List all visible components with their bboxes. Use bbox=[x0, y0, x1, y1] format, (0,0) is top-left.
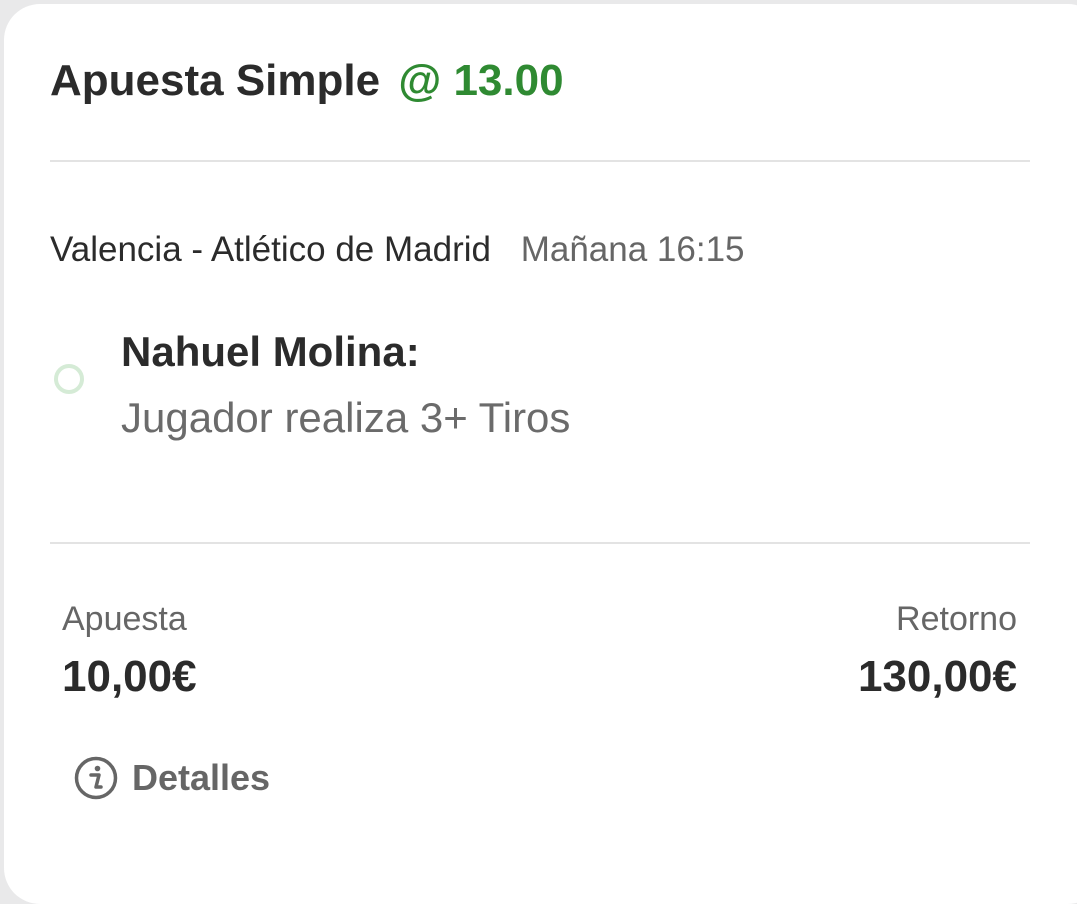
details-label: Detalles bbox=[132, 757, 271, 798]
stake-value: 10,00€ bbox=[62, 652, 197, 701]
return-label: Retorno bbox=[896, 600, 1017, 638]
details-button[interactable]: Detalles bbox=[74, 756, 270, 800]
stake-label: Apuesta bbox=[62, 600, 187, 638]
info-icon bbox=[74, 756, 118, 800]
bet-type-label: Apuesta Simple bbox=[50, 56, 381, 105]
bet-card-content: Apuesta Simple @ 13.00 Valencia - Atléti… bbox=[0, 0, 1077, 862]
selection-player: Nahuel Molina: bbox=[121, 328, 420, 375]
header-divider bbox=[50, 160, 1030, 162]
selection-market: Jugador realiza 3+ Tiros bbox=[121, 394, 571, 441]
bet-title: Apuesta Simple @ 13.00 bbox=[50, 56, 564, 106]
body-divider bbox=[50, 542, 1030, 544]
selection-status-icon bbox=[54, 364, 84, 394]
event-row: Valencia - Atlético de Madrid Mañana 16:… bbox=[50, 230, 745, 270]
return-value: 130,00€ bbox=[857, 652, 1017, 701]
match-name: Valencia - Atlético de Madrid bbox=[50, 230, 491, 269]
bet-odds: @ 13.00 bbox=[398, 56, 564, 105]
match-time: Mañana 16:15 bbox=[520, 230, 745, 269]
